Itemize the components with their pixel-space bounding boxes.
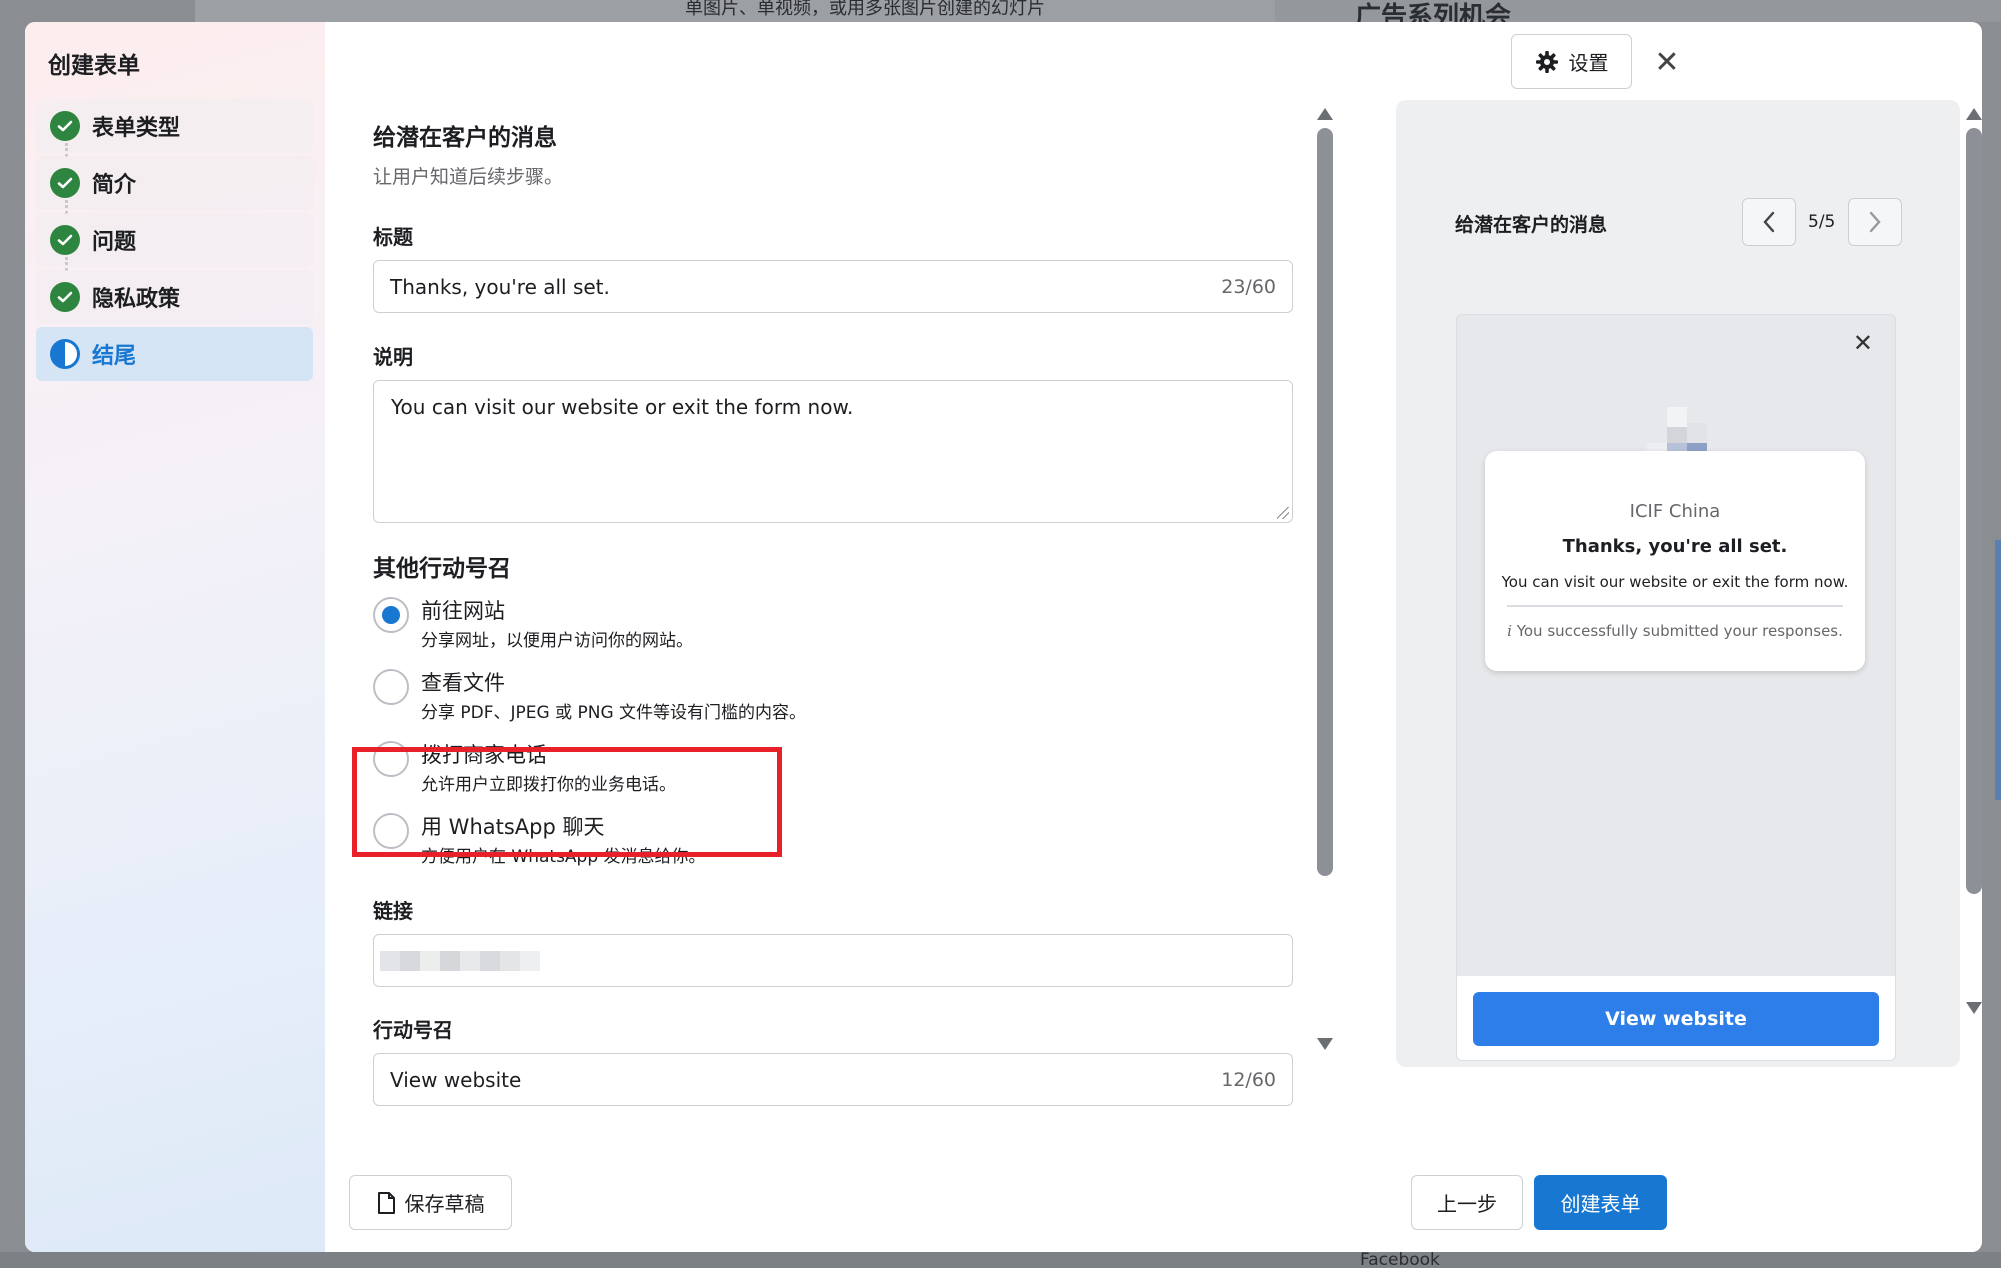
step-label: 隐私政策 <box>92 287 181 312</box>
check-circle-icon <box>50 282 80 312</box>
cta-section-title: 其他行动号召 <box>373 556 511 582</box>
radio-button[interactable] <box>373 597 409 633</box>
highlight-box <box>352 747 782 857</box>
check-circle-icon <box>50 168 80 198</box>
section-subtitle: 让用户知道后续步骤。 <box>373 166 564 188</box>
card-title: Thanks, you're all set. <box>1562 536 1788 557</box>
prev-page-button[interactable] <box>1742 198 1796 246</box>
step-privacy-policy[interactable]: 隐私政策 <box>36 270 313 324</box>
next-page-button[interactable] <box>1848 198 1902 246</box>
step-label: 表单类型 <box>92 116 181 141</box>
blurred-link-value <box>380 950 540 971</box>
background-right-edge <box>1995 540 2001 800</box>
step-questions[interactable]: 问题 <box>36 213 313 271</box>
option-desc: 分享 PDF、JPEG 或 PNG 文件等设有门槛的内容。 <box>421 703 807 723</box>
step-label: 问题 <box>92 230 137 255</box>
card-note-text: You successfully submitted your response… <box>1516 622 1843 640</box>
info-icon: i <box>1507 622 1512 640</box>
save-draft-button[interactable]: 保存草稿 <box>349 1175 512 1230</box>
option-desc: 分享网址，以便用户访问你的网站。 <box>421 631 693 651</box>
check-circle-icon <box>50 111 80 141</box>
settings-label: 设置 <box>1568 51 1609 75</box>
sidebar: 创建表单 表单类型 简介 问题 隐私政策 结尾 <box>25 22 325 1252</box>
document-icon <box>377 1191 395 1214</box>
step-connector <box>65 257 68 271</box>
pager-count: 5/5 <box>1808 212 1836 232</box>
option-text: 前往网站 分享网址，以便用户访问你的网站。 <box>421 597 693 651</box>
step-connector <box>65 200 68 214</box>
background-bottom-strip <box>0 1252 2001 1268</box>
option-text: 查看文件 分享 PDF、JPEG 或 PNG 文件等设有门槛的内容。 <box>421 669 806 723</box>
cta-option-website[interactable]: 前往网站 分享网址，以便用户访问你的网站。 <box>373 597 1293 669</box>
view-website-button[interactable]: View website <box>1473 992 1879 1046</box>
main-panel: 给潜在客户的消息 让用户知道后续步骤。 标题 Thanks, you're al… <box>325 22 1982 1252</box>
background-top-text: 单图片、单视频，或用多张图片创建的幻灯片 <box>685 0 1045 19</box>
background-bottom-text: Facebook <box>1360 1250 1440 1268</box>
cta-button-input[interactable]: View website 12/60 <box>373 1053 1293 1106</box>
option-title: 前往网站 <box>421 599 505 623</box>
radio-dot <box>382 606 400 624</box>
scroll-up-arrow-icon[interactable] <box>1966 108 1982 120</box>
chevron-left-icon <box>1763 211 1775 233</box>
ending-form: 给潜在客户的消息 让用户知道后续步骤。 标题 Thanks, you're al… <box>373 92 1293 1106</box>
headline-label: 标题 <box>373 225 413 249</box>
scroll-thumb[interactable] <box>1966 128 1982 894</box>
form-scrollbar[interactable] <box>1316 108 1334 1100</box>
card-description: You can visit our website or exit the fo… <box>1501 573 1849 591</box>
card-note: i You successfully submitted your respon… <box>1485 622 1865 640</box>
half-circle-icon <box>50 339 80 369</box>
description-label: 说明 <box>373 345 413 369</box>
settings-button[interactable]: 设置 <box>1511 34 1632 89</box>
link-input[interactable] <box>373 934 1293 987</box>
headline-counter: 23/60 <box>1221 275 1276 298</box>
gear-icon <box>1535 50 1558 73</box>
preview-footer: View website <box>1457 976 1895 1060</box>
card-divider <box>1507 605 1843 607</box>
close-icon: ✕ <box>1654 44 1680 80</box>
description-textarea[interactable]: You can visit our website or exit the fo… <box>373 380 1293 523</box>
step-form-type[interactable]: 表单类型 <box>36 99 313 157</box>
cta-button-value: View website <box>390 1067 522 1092</box>
save-draft-label: 保存草稿 <box>404 1192 485 1216</box>
option-title: 查看文件 <box>421 671 505 695</box>
scroll-down-arrow-icon[interactable] <box>1966 1002 1982 1014</box>
org-name: ICIF China <box>1629 501 1721 522</box>
previous-step-button[interactable]: 上一步 <box>1411 1175 1523 1230</box>
preview-panel: 给潜在客户的消息 5/5 ✕ ICIF China Thanks, you're… <box>1396 100 1960 1067</box>
scroll-thumb[interactable] <box>1317 128 1333 876</box>
sidebar-title: 创建表单 <box>48 53 140 79</box>
step-connector <box>65 143 68 157</box>
close-icon[interactable]: ✕ <box>1853 329 1873 357</box>
thank-you-card: ICIF China Thanks, you're all set. You c… <box>1485 451 1865 671</box>
check-circle-icon <box>50 225 80 255</box>
resize-handle-icon[interactable] <box>1277 507 1289 519</box>
cta-button-counter: 12/60 <box>1221 1068 1276 1091</box>
create-form-button[interactable]: 创建表单 <box>1534 1175 1667 1230</box>
radio-button[interactable] <box>373 669 409 705</box>
step-label: 结尾 <box>92 344 137 369</box>
create-form-modal: 创建表单 表单类型 简介 问题 隐私政策 结尾 给潜在客户的消息 让用户知道后续… <box>25 22 1982 1252</box>
section-title: 给潜在客户的消息 <box>373 125 557 151</box>
close-modal-button[interactable]: ✕ <box>1647 42 1687 82</box>
chevron-right-icon <box>1869 211 1881 233</box>
scroll-down-arrow-icon[interactable] <box>1317 1038 1333 1050</box>
preview-scrollbar[interactable] <box>1965 108 1982 1068</box>
cta-button-label: 行动号召 <box>373 1018 453 1042</box>
step-ending[interactable]: 结尾 <box>36 327 313 381</box>
headline-value: Thanks, you're all set. <box>390 274 610 299</box>
preview-title: 给潜在客户的消息 <box>1455 214 1608 236</box>
headline-input[interactable]: Thanks, you're all set. 23/60 <box>373 260 1293 313</box>
cta-option-file[interactable]: 查看文件 分享 PDF、JPEG 或 PNG 文件等设有门槛的内容。 <box>373 669 1293 741</box>
step-label: 简介 <box>92 173 137 198</box>
description-value: You can visit our website or exit the fo… <box>391 395 854 419</box>
link-label: 链接 <box>373 899 413 923</box>
scroll-up-arrow-icon[interactable] <box>1317 108 1333 120</box>
step-intro[interactable]: 简介 <box>36 156 313 214</box>
form-preview-device: ✕ ICIF China Thanks, you're all set. You… <box>1456 314 1896 1061</box>
steps-list: 表单类型 简介 问题 隐私政策 结尾 <box>36 99 313 384</box>
